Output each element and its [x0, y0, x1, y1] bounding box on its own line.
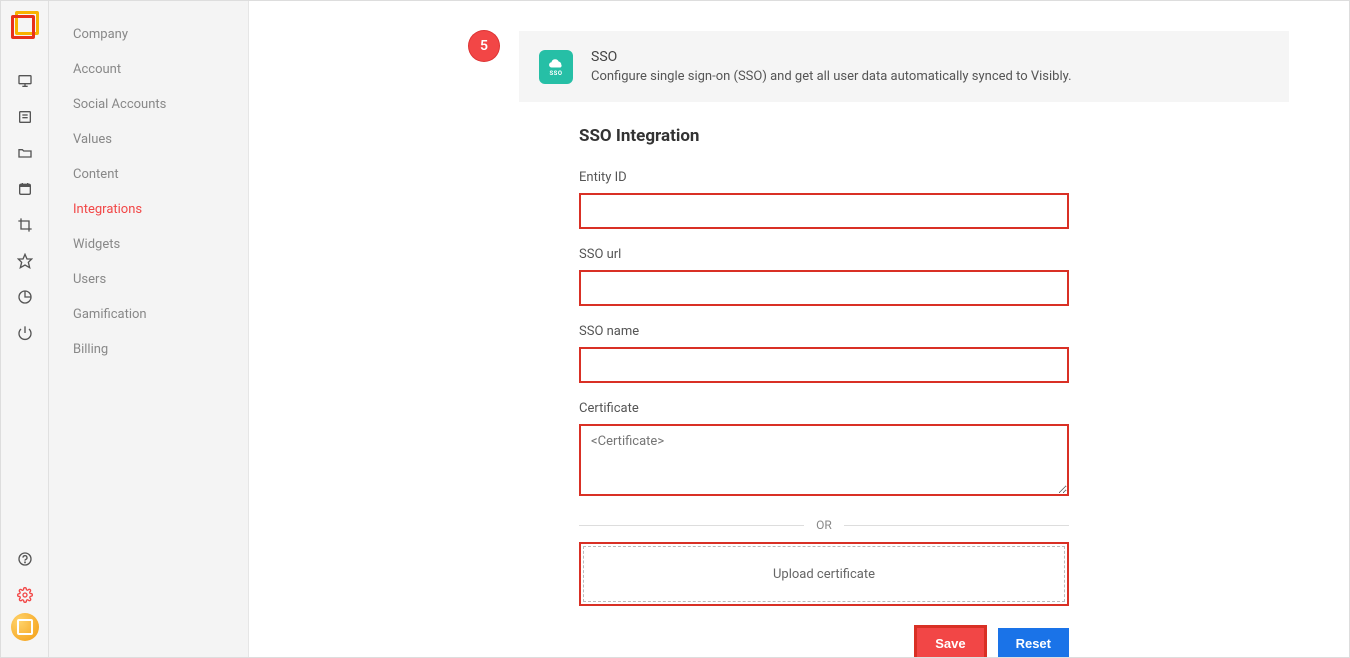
sidebar-item-company[interactable]: Company [49, 17, 248, 52]
sidebar-item-values[interactable]: Values [49, 122, 248, 157]
sidebar-item-label: Billing [73, 342, 108, 357]
sidebar-item-label: Values [73, 132, 112, 147]
avatar[interactable] [11, 613, 39, 641]
sidebar-item-users[interactable]: Users [49, 262, 248, 297]
sso-cloud-icon: SSO [539, 50, 573, 84]
section-title: SSO Integration [579, 126, 1069, 146]
sso-name-input[interactable] [579, 347, 1069, 383]
entity-id-input[interactable] [579, 193, 1069, 229]
sidebar-item-gamification[interactable]: Gamification [49, 297, 248, 332]
certificate-label: Certificate [579, 401, 1069, 416]
power-icon[interactable] [1, 315, 49, 351]
save-button[interactable]: Save [917, 628, 983, 657]
upload-certificate-zone[interactable]: Upload certificate [579, 542, 1069, 606]
or-text: OR [816, 518, 832, 532]
icon-rail [1, 1, 49, 657]
step-number: 5 [480, 38, 488, 54]
reset-button[interactable]: Reset [998, 628, 1069, 657]
star-icon[interactable] [1, 243, 49, 279]
help-icon[interactable] [1, 541, 49, 577]
sso-name-label: SSO name [579, 324, 1069, 339]
upload-label: Upload certificate [773, 567, 875, 582]
sso-url-input[interactable] [579, 270, 1069, 306]
calendar-icon[interactable] [1, 171, 49, 207]
header-title: SSO [591, 49, 1072, 65]
sidebar-item-label: Users [73, 272, 106, 287]
folder-icon[interactable] [1, 135, 49, 171]
sso-url-label: SSO url [579, 247, 1069, 262]
app-logo[interactable] [11, 11, 39, 39]
sidebar-item-label: Gamification [73, 307, 147, 322]
sidebar-item-content[interactable]: Content [49, 157, 248, 192]
sso-form: SSO Integration Entity ID SSO url SSO na… [579, 126, 1069, 657]
step-badge: 5 [469, 31, 499, 61]
main-content: 5 SSO SSO Configure single sign-on (SSO)… [249, 1, 1349, 657]
pie-icon[interactable] [1, 279, 49, 315]
monitor-icon[interactable] [1, 63, 49, 99]
settings-sidebar: Company Account Social Accounts Values C… [49, 1, 249, 657]
sidebar-item-account[interactable]: Account [49, 52, 248, 87]
list-icon[interactable] [1, 99, 49, 135]
header-description: Configure single sign-on (SSO) and get a… [591, 69, 1072, 84]
sidebar-item-billing[interactable]: Billing [49, 332, 248, 367]
crop-icon[interactable] [1, 207, 49, 243]
sidebar-item-label: Account [73, 62, 121, 77]
sidebar-item-label: Company [73, 27, 128, 42]
integration-header-card: SSO SSO Configure single sign-on (SSO) a… [519, 31, 1289, 102]
sidebar-item-label: Widgets [73, 237, 120, 252]
sso-icon-text: SSO [549, 70, 562, 77]
settings-icon[interactable] [1, 577, 49, 613]
sidebar-item-widgets[interactable]: Widgets [49, 227, 248, 262]
entity-id-label: Entity ID [579, 170, 1069, 185]
sidebar-item-social-accounts[interactable]: Social Accounts [49, 87, 248, 122]
sidebar-item-label: Content [73, 167, 119, 182]
sidebar-item-integrations[interactable]: Integrations [49, 192, 248, 227]
sidebar-item-label: Integrations [73, 202, 142, 217]
or-divider: OR [579, 518, 1069, 532]
certificate-textarea[interactable] [579, 424, 1069, 496]
sidebar-item-label: Social Accounts [73, 97, 166, 112]
